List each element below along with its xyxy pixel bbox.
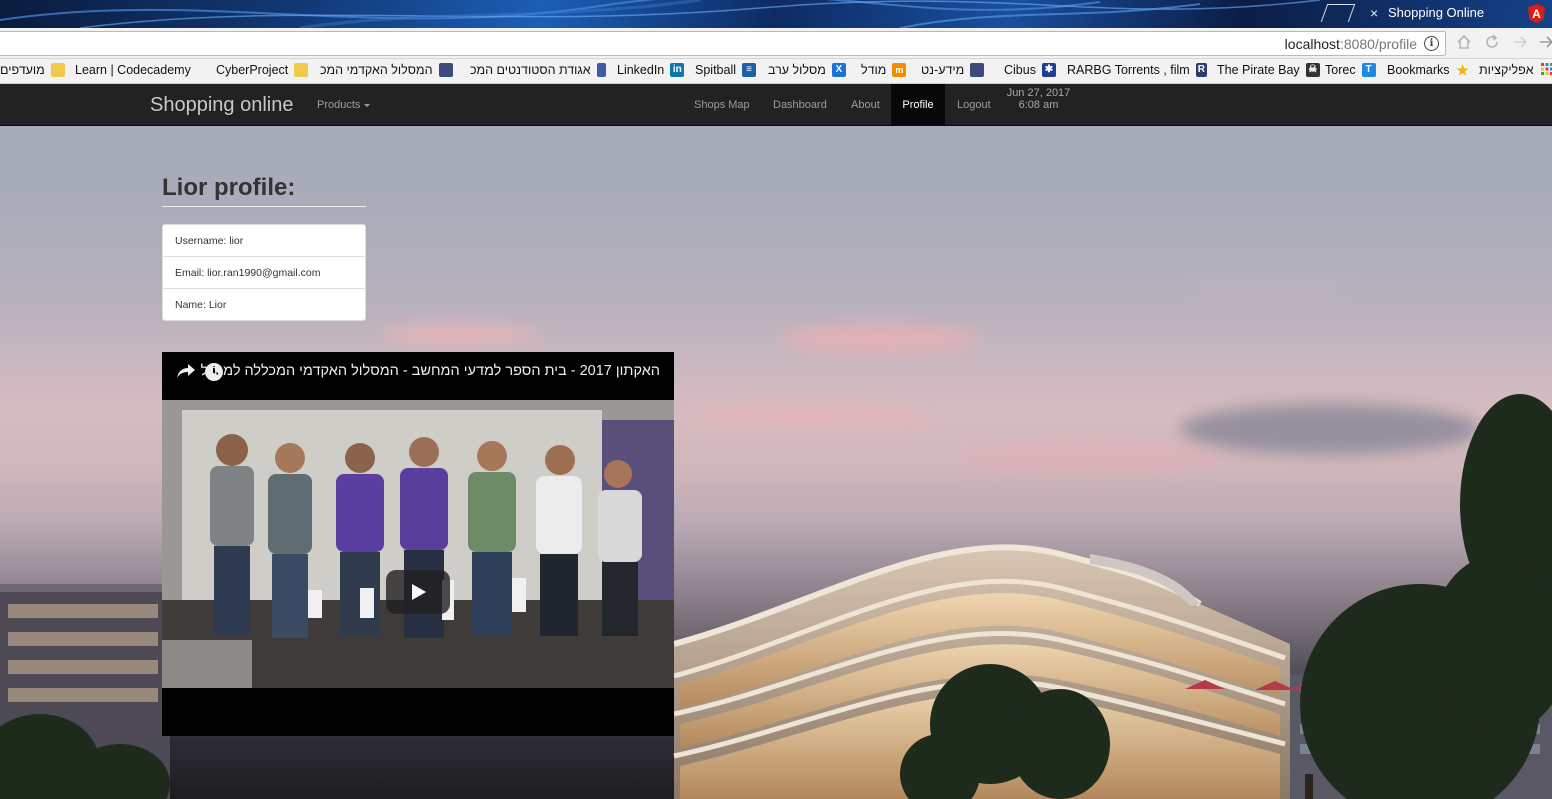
star-icon: ★ [1456,62,1469,78]
url-path: :8080/profile [1339,36,1417,52]
bookmark-medanet[interactable]: מידע-נט [921,63,985,77]
bookmark-label: מידע-נט [921,63,965,77]
bookmark-cibus[interactable]: Cibus ✱ [1004,63,1056,77]
nav-shops-map[interactable]: Shops Map [694,84,750,126]
share-icon[interactable] [176,362,196,385]
video-thumbnail-scene [162,400,674,688]
bookmark-label: אפליקציות [1479,63,1534,77]
bookmark-label: Learn | Codecademy [75,63,191,77]
bookmark-codecademy[interactable]: Learn | Codecademy [75,63,191,77]
angular-favicon-icon: A [1528,4,1545,23]
wallpaper-swirl [0,0,1321,28]
forward-arrow-icon[interactable] [1512,34,1528,55]
bookmark-label: RARBG Torrents , film [1067,63,1190,77]
site-navbar: Shopping online Products Shops Map Dashb… [0,84,1552,126]
student-union-icon [596,63,606,77]
folder-icon [50,63,65,77]
college-icon [438,63,453,77]
bookmark-label: מודל [861,63,887,77]
tab-title: Shopping Online [1388,5,1485,20]
nav-date: Jun 27, 2017 [1006,87,1071,99]
profile-username: Username: lior [162,224,366,257]
page-viewport: Shopping online Products Shops Map Dashb… [0,84,1552,799]
play-button[interactable] [386,570,450,614]
profile-title: Lior profile: [162,174,296,201]
embedded-youtube-video[interactable]: האקתון 2017 - בית הספר למדעי המחשב - המס… [162,352,674,736]
nav-logout[interactable]: Logout [957,84,991,126]
url-host: localhost [1284,36,1340,52]
browser-titlebar: × Shopping Online A [0,0,1552,28]
caret-down-icon [364,103,371,107]
bookmark-student-union[interactable]: אגודת הסטודנטים המכ [470,63,606,77]
pirate-bay-icon: ☠ [1305,63,1320,77]
profile-divider [162,206,366,207]
profile-details-list: Username: lior Email: lior.ran1990@gmail… [162,224,366,321]
profile-email: Email: lior.ran1990@gmail.com [162,256,366,289]
bookmark-label: Torec [1325,63,1356,77]
nav-datetime: Jun 27, 2017 6:08 am [1000,87,1077,111]
reload-icon[interactable] [1484,34,1500,55]
bookmark-label: Bookmarks [1387,63,1450,77]
bookmark-linkedin[interactable]: LinkedIn in [617,63,685,77]
site-brand[interactable]: Shopping online [150,94,293,117]
home-icon[interactable] [1456,34,1472,55]
nav-products-label: Products [317,99,361,111]
bookmark-college[interactable]: המסלול האקדמי המכ [320,63,456,77]
profile-name: Name: Lior [162,288,366,321]
medanet-icon [970,63,985,77]
new-tab-button[interactable] [1320,4,1356,22]
bookmark-label: אגודת הסטודנטים המכ [470,63,591,77]
nav-time: 6:08 am [1018,99,1059,111]
nav-products-dropdown[interactable]: Products [317,84,371,126]
nav-profile[interactable]: Profile [891,84,945,126]
bookmark-torec[interactable]: Torec T [1325,63,1376,77]
apps-grid-icon [1540,63,1552,77]
bookmark-label: Cibus [1004,63,1036,77]
bookmark-favorites[interactable]: מועדפים [0,63,65,77]
bookmark-apps[interactable]: אפליקציות [1479,63,1552,77]
bookmark-label: Spitball [695,63,736,77]
moodle-icon: m [892,63,907,77]
bookmark-label: LinkedIn [617,63,665,77]
bookmark-cyberproject[interactable]: CyberProject [216,63,309,77]
address-bar[interactable]: localhost:8080/profile i [0,31,1446,56]
folder-icon [294,63,309,77]
bookmark-pirate-bay[interactable]: The Pirate Bay ☠ [1217,63,1320,77]
bookmarks-bar: מועדפים Learn | Codecademy CyberProject … [0,59,1552,84]
bookmark-rarbg[interactable]: RARBG Torrents , film R [1067,63,1207,77]
bookmark-bookmarks[interactable]: Bookmarks ★ [1387,63,1470,77]
address-bar-url[interactable]: localhost:8080/profile [1285,36,1417,52]
linkedin-icon: in [670,63,685,77]
browser-toolbar: localhost:8080/profile i [0,28,1552,59]
bookmark-label: מועדפים [0,63,45,77]
browser-tab-active[interactable]: × Shopping Online A [1320,0,1552,28]
bookmark-label: The Pirate Bay [1217,63,1300,77]
spitball-icon: ≡ [742,63,756,77]
back-arrow-icon[interactable] [1538,34,1552,55]
video-title[interactable]: האקתון 2017 - בית הספר למדעי המחשב - המס… [201,363,660,379]
tab-close-icon[interactable]: × [1370,5,1378,21]
bookmark-label: המסלול האקדמי המכ [320,63,433,77]
bookmark-label: מסלול ערב [768,63,826,77]
bookmark-moodle[interactable]: מודל m [861,63,907,77]
nav-dashboard[interactable]: Dashboard [773,84,827,126]
video-thumbnail[interactable] [162,400,674,688]
bookmark-label: CyberProject [216,63,289,77]
bookmark-evening-track[interactable]: מסלול ערב X [768,63,846,77]
site-info-icon[interactable]: i [1424,36,1439,51]
torec-icon: T [1361,63,1376,77]
x-icon: X [831,63,846,77]
bookmark-spitball[interactable]: Spitball ≡ [695,63,756,77]
cibus-icon: ✱ [1041,63,1056,77]
rarbg-icon: R [1195,63,1207,77]
nav-about[interactable]: About [851,84,880,126]
